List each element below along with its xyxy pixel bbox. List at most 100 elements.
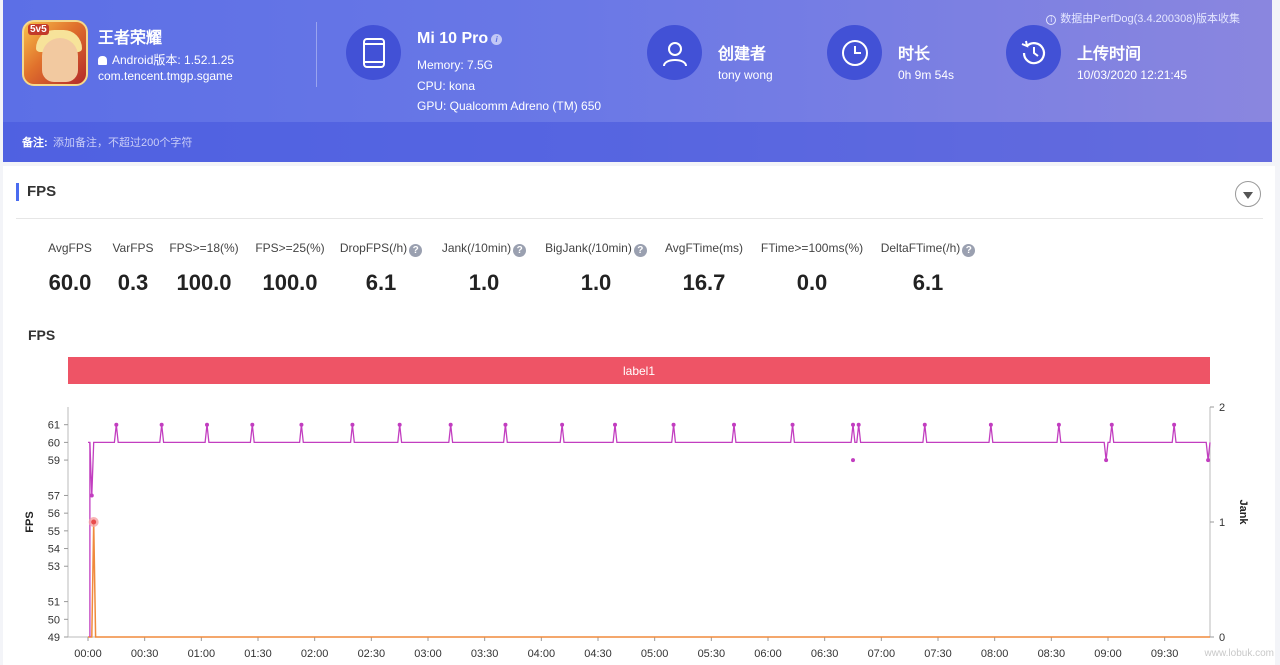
app-version: Android版本: 1.52.1.25 <box>98 51 234 68</box>
clock-icon <box>827 25 882 80</box>
x-tick-label: 04:30 <box>584 648 612 660</box>
fps-spike-point <box>350 422 355 427</box>
x-tick-label: 01:30 <box>244 648 272 660</box>
x-tick-label: 04:00 <box>528 648 556 660</box>
fps-spike-point <box>114 422 119 427</box>
fps-spike-point <box>250 422 255 427</box>
stat-label: FTime>=100ms(%) <box>752 240 872 256</box>
collapse-button[interactable] <box>1235 181 1261 207</box>
note-input[interactable]: 添加备注，不超过200个字符 <box>53 134 192 150</box>
upload-title: 上传时间 <box>1077 46 1142 63</box>
note-label: 备注: <box>22 137 48 149</box>
fps-drop-point <box>1206 458 1211 463</box>
device-name-text: Mi 10 Pro <box>417 30 489 47</box>
creator-value: tony wong <box>718 68 773 82</box>
x-tick-label: 03:30 <box>471 648 499 660</box>
duration-title: 时长 <box>898 46 931 63</box>
help-icon[interactable]: ? <box>962 244 976 257</box>
stat-item: Jank(/10min)? 1.0 <box>424 240 544 296</box>
x-tick-label: 02:00 <box>301 648 329 660</box>
fps-spike-point <box>503 422 508 427</box>
stat-label-text: DropFPS(/h) <box>339 241 408 255</box>
stat-label: DropFPS(/h)? <box>321 240 441 257</box>
x-tick-label: 09:00 <box>1094 648 1122 660</box>
watermark: www.lobuk.com <box>1204 648 1274 659</box>
x-tick-label: 01:00 <box>188 648 216 660</box>
stat-label-text: DeltaFTime(/h) <box>880 241 961 255</box>
stat-item: AvgFTime(ms) 16.7 <box>644 240 764 296</box>
fps-spike-point <box>159 422 164 427</box>
y-axis-label: FPS <box>24 511 36 532</box>
app-icon-logo: 5v5 <box>28 24 49 35</box>
fps-spike-point <box>856 422 861 427</box>
phone-icon <box>346 25 401 80</box>
fps-spike-point <box>448 422 453 427</box>
data-source-note: i 数据由PerfDog(3.4.200308)版本收集 <box>1046 10 1240 26</box>
duration-value: 0h 9m 54s <box>898 68 955 82</box>
label-band-text: label1 <box>623 364 655 378</box>
stat-value: 1.0 <box>468 270 500 295</box>
fps-spike-point <box>851 422 855 427</box>
report-header: i 数据由PerfDog(3.4.200308)版本收集 5v5 王者荣耀 And… <box>3 0 1272 162</box>
data-source-text: 数据由PerfDog(3.4.200308)版本收集 <box>1060 13 1240 25</box>
device-name: Mi 10 Pro i <box>417 30 503 48</box>
fps-spike-point <box>1056 422 1061 427</box>
fps-spike-point <box>299 422 304 427</box>
y2-axis-label: Jank <box>1237 499 1249 525</box>
x-tick-label: 08:30 <box>1038 648 1066 660</box>
x-tick-label: 00:30 <box>131 648 159 660</box>
fps-spike-point <box>988 422 993 427</box>
upload-value: 10/03/2020 12:21:45 <box>1077 68 1188 82</box>
fps-spike-point <box>922 422 927 427</box>
y2-tick-label: 1 <box>1219 517 1225 529</box>
x-tick-label: 00:00 <box>74 648 102 660</box>
fps-spike-point <box>1109 422 1114 427</box>
y-tick-label: 55 <box>48 526 60 538</box>
fps-drop-point <box>1104 458 1109 463</box>
fps-spike-point <box>732 422 736 427</box>
stat-value: 0.0 <box>796 270 828 295</box>
stat-label-text: FTime>=100ms(%) <box>760 241 864 255</box>
fps-series-line <box>88 424 1211 496</box>
note-bar: 备注: 添加备注，不超过200个字符 <box>3 122 1272 162</box>
fps-drop-point <box>851 458 855 463</box>
x-tick-label: 07:00 <box>868 648 896 660</box>
chart-title: FPS <box>28 327 56 343</box>
app-version-text: Android版本: 1.52.1.25 <box>112 53 235 67</box>
stat-label-text: BigJank(/10min) <box>545 241 632 255</box>
help-icon[interactable]: ? <box>513 244 527 257</box>
x-tick-label: 06:00 <box>754 648 782 660</box>
y-tick-label: 60 <box>48 437 60 449</box>
y-tick-label: 50 <box>48 614 60 626</box>
stat-label: Jank(/10min)? <box>424 240 544 257</box>
stat-label-text: FPS>=25(%) <box>255 241 325 255</box>
app-icon: 5v5 <box>22 20 88 86</box>
stat-label: AvgFTime(ms) <box>644 240 764 256</box>
highlight-point <box>91 519 97 525</box>
fps-spike-point <box>560 422 565 427</box>
help-icon[interactable]: ? <box>409 244 423 257</box>
device-info-icon[interactable]: i <box>491 34 503 45</box>
stat-value: 1.0 <box>580 270 612 295</box>
user-icon <box>647 25 702 80</box>
x-tick-label: 03:00 <box>414 648 442 660</box>
fps-spike-point <box>790 422 795 427</box>
jank-series-line <box>88 521 1210 638</box>
y-tick-label: 53 <box>48 561 60 573</box>
y-tick-label: 56 <box>48 508 60 520</box>
x-tick-label: 06:30 <box>811 648 839 660</box>
stat-label-text: AvgFTime(ms) <box>665 241 743 255</box>
app-name: 王者荣耀 <box>98 30 163 47</box>
stat-label-text: FPS>=18(%) <box>169 241 239 255</box>
stat-item: DeltaFTime(/h)? 6.1 <box>868 240 988 296</box>
fps-chart[interactable]: label1 49 50 51 53 54 55 56 57 59 60 61 0 1 2 FPS Jank 00… <box>3 351 1275 665</box>
header-divider <box>316 22 317 87</box>
stat-value: 16.7 <box>682 270 726 295</box>
x-tick-label: 02:30 <box>358 648 386 660</box>
fps-spike-point <box>1172 422 1177 427</box>
y-tick-label: 54 <box>48 544 60 556</box>
stat-value: 6.1 <box>365 270 397 295</box>
stat-label: BigJank(/10min)? <box>536 240 656 257</box>
section-divider <box>16 218 1263 219</box>
chevron-down-icon <box>1243 191 1253 199</box>
